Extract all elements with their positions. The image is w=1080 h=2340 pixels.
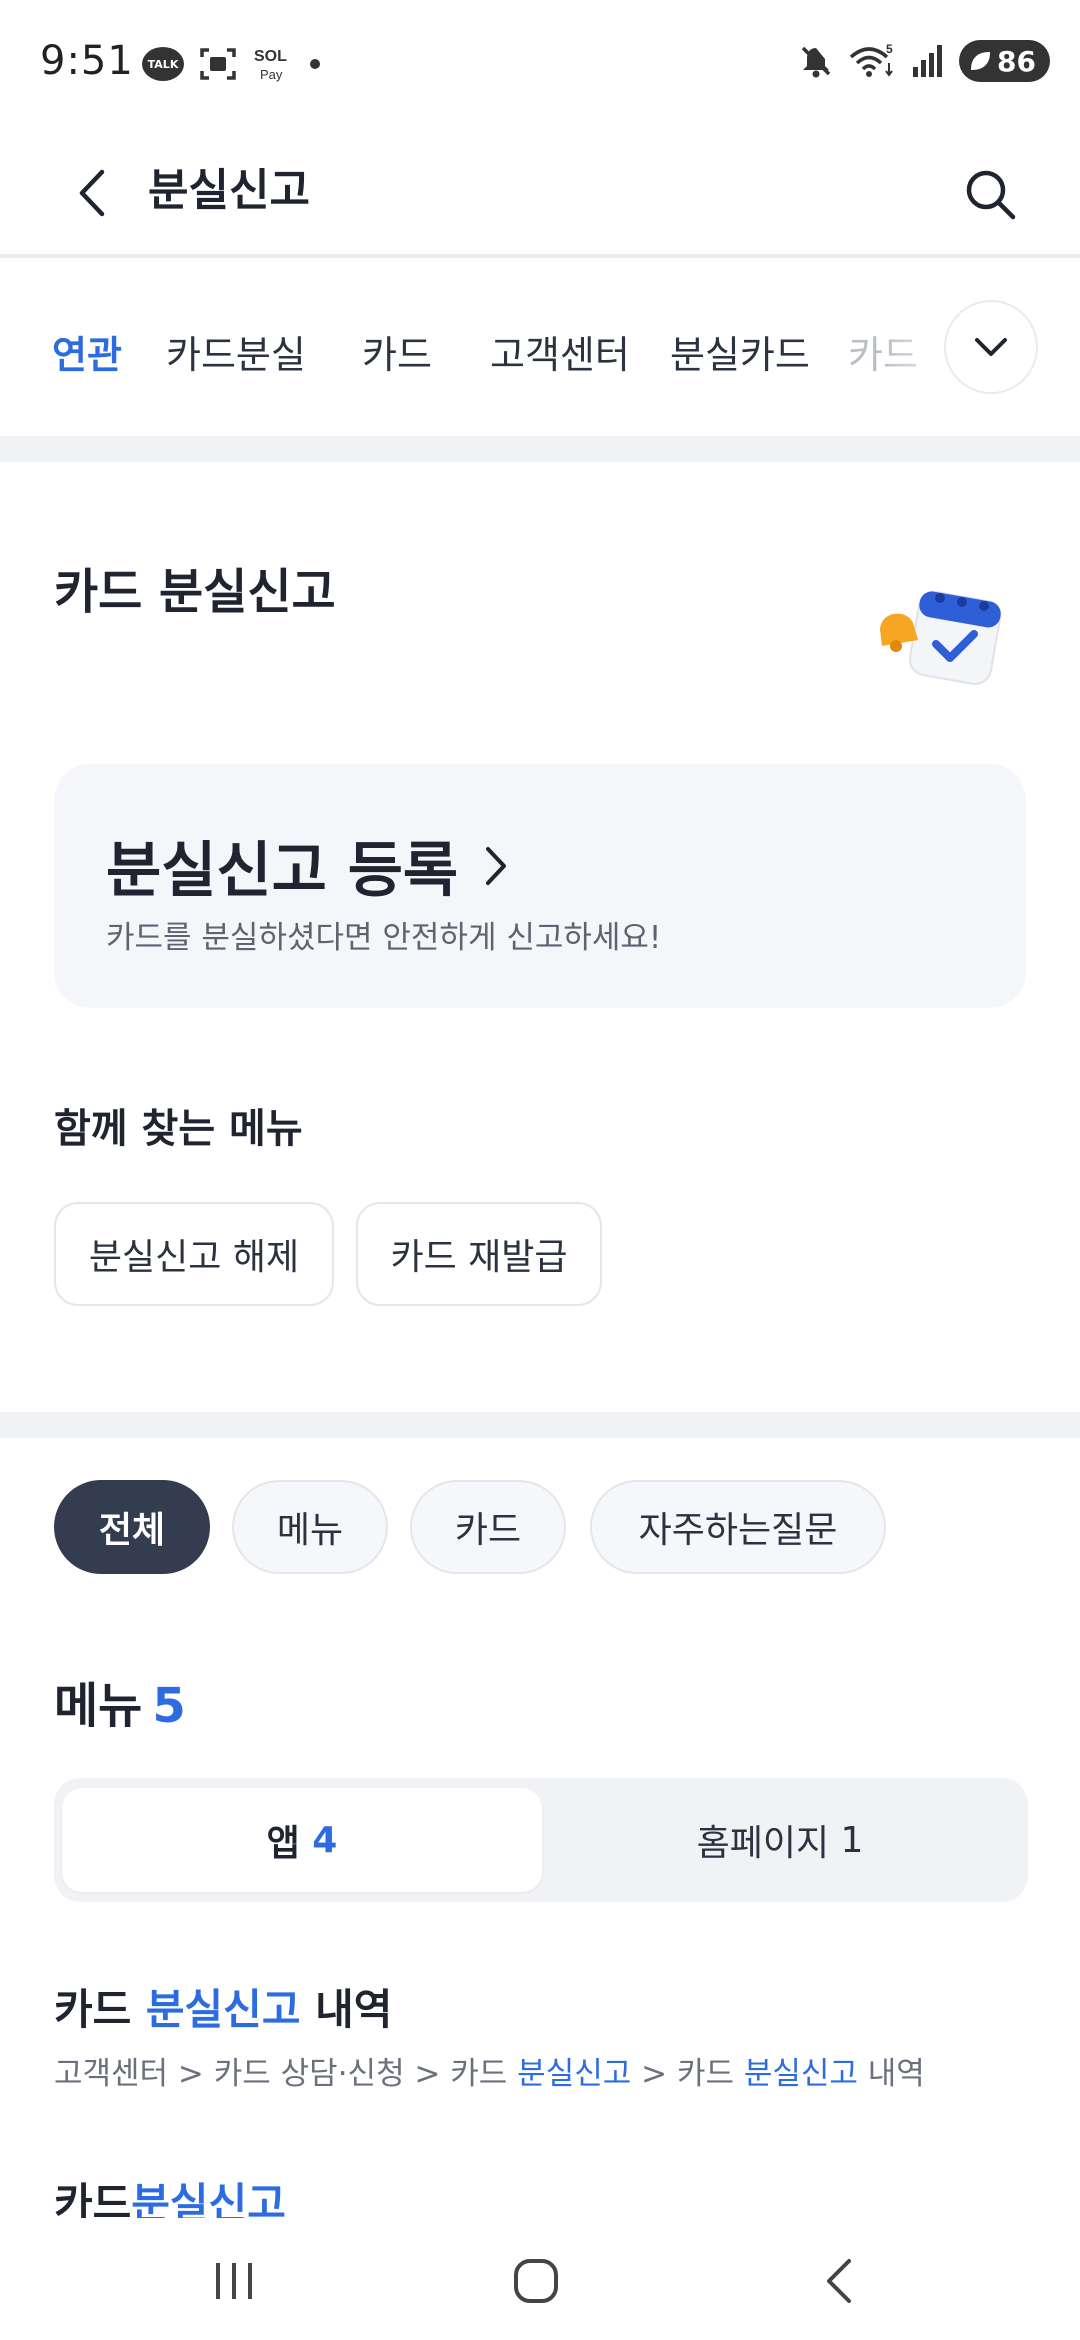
related-keyword-bar: 연관 카드분실 카드 고객센터 분실카드 카드 [0, 262, 1080, 436]
recent-apps-button[interactable] [174, 2236, 294, 2326]
back-button[interactable] [62, 158, 122, 228]
keyword-lost-card[interactable]: 분실카드 [670, 324, 810, 379]
report-loss-title: 분실신고 등록 [106, 822, 508, 909]
report-loss-subtitle: 카드를 분실하셨다면 안전하게 신고하세요! [106, 920, 662, 956]
keyword-customer-center[interactable]: 고객센터 [490, 324, 630, 379]
wifi-5g-icon: 5 [849, 42, 893, 77]
signal-icon [913, 45, 943, 77]
result-card-loss-history[interactable]: 카드 분실신고 내역 [54, 1976, 392, 2037]
platform-segmented-control: 앱 4 홈페이지 1 [54, 1778, 1028, 1902]
screenshot-icon [200, 48, 236, 80]
result-breadcrumb: 고객센터 > 카드 상담·신청 > 카드 분실신고 > 카드 분실신고 내역 [54, 2048, 925, 2093]
breadcrumb-highlight: 분실신고 [517, 2056, 632, 2092]
chevron-down-icon [975, 338, 1007, 356]
recent-apps-icon [216, 2263, 252, 2299]
segment-homepage-count: 1 [840, 1819, 864, 1861]
result-title-part: 카드 [54, 1985, 146, 2034]
report-loss-card[interactable]: 분실신고 등록 카드를 분실하셨다면 안전하게 신고하세요! [54, 764, 1026, 1008]
battery-level: 86 [997, 44, 1036, 78]
status-bar: 9:51 TALK SOL Pay 5 86 [0, 0, 1080, 130]
app-header: 분실신고 [0, 130, 1080, 258]
chip-cancel-loss-report[interactable]: 분실신고 해제 [54, 1202, 334, 1306]
search-button[interactable] [950, 154, 1030, 234]
chevron-left-icon [79, 169, 105, 217]
page-title: 분실신고 [148, 165, 310, 216]
leaf-icon [971, 51, 991, 71]
svg-text:5: 5 [886, 42, 893, 56]
expand-keywords-button[interactable] [944, 300, 1038, 394]
system-nav-bar [0, 2218, 1080, 2340]
keyword-card-loss[interactable]: 카드분실 [166, 324, 306, 379]
calendar-bell-icon [870, 580, 1010, 700]
section-divider [0, 436, 1080, 462]
chip-card-reissue[interactable]: 카드 재발급 [356, 1202, 602, 1306]
svg-text:Pay: Pay [260, 67, 283, 82]
breadcrumb-part: 내역 [857, 2056, 925, 2092]
battery-indicator: 86 [959, 40, 1050, 82]
result-title-highlight: 분실신고 [145, 1985, 301, 2034]
home-button[interactable] [476, 2236, 596, 2326]
featured-title: 카드 분실신고 [54, 564, 336, 620]
talk-icon: TALK [142, 47, 184, 81]
segment-app-label: 앱 [266, 1823, 300, 1864]
search-icon [966, 170, 1016, 220]
section-divider [0, 1412, 1080, 1438]
chevron-right-icon [486, 846, 507, 885]
mute-icon [801, 46, 831, 78]
filter-menu[interactable]: 메뉴 [232, 1480, 388, 1574]
svg-text:SOL: SOL [254, 48, 287, 65]
filter-all[interactable]: 전체 [54, 1480, 210, 1574]
segment-app-count: 4 [312, 1819, 338, 1861]
result-title-part: 내역 [300, 1985, 393, 2034]
status-right-icons: 5 86 [797, 40, 1050, 82]
menu-count-heading: 메뉴 5 [54, 1666, 186, 1736]
home-icon [514, 2259, 558, 2303]
system-back-button[interactable] [778, 2236, 898, 2326]
breadcrumb-part: 고객센터 > 카드 상담·신청 > 카드 [54, 2056, 518, 2092]
menu-count-label: 메뉴 [54, 1678, 143, 1734]
menu-count-value: 5 [152, 1678, 186, 1734]
status-time: 9:51 [40, 38, 134, 84]
notification-dot [310, 59, 320, 69]
filter-faq[interactable]: 자주하는질문 [590, 1480, 886, 1574]
status-left-icons: TALK SOL Pay [142, 44, 320, 84]
report-loss-label: 분실신고 등록 [106, 836, 459, 906]
back-arrow-icon [827, 2259, 851, 2303]
segment-homepage[interactable]: 홈페이지 1 [540, 1788, 1020, 1892]
segment-homepage-label: 홈페이지 [696, 1823, 830, 1864]
keyword-card[interactable]: 카드 [362, 324, 432, 379]
breadcrumb-highlight: 분실신고 [743, 2056, 858, 2092]
filter-card[interactable]: 카드 [410, 1480, 566, 1574]
related-menus-title: 함께 찾는 메뉴 [54, 1106, 303, 1152]
breadcrumb-part: > 카드 [631, 2056, 744, 2092]
keyword-tab-related[interactable]: 연관 [52, 324, 122, 379]
segment-app[interactable]: 앱 4 [62, 1788, 542, 1892]
sol-pay-icon: SOL Pay [254, 48, 287, 82]
